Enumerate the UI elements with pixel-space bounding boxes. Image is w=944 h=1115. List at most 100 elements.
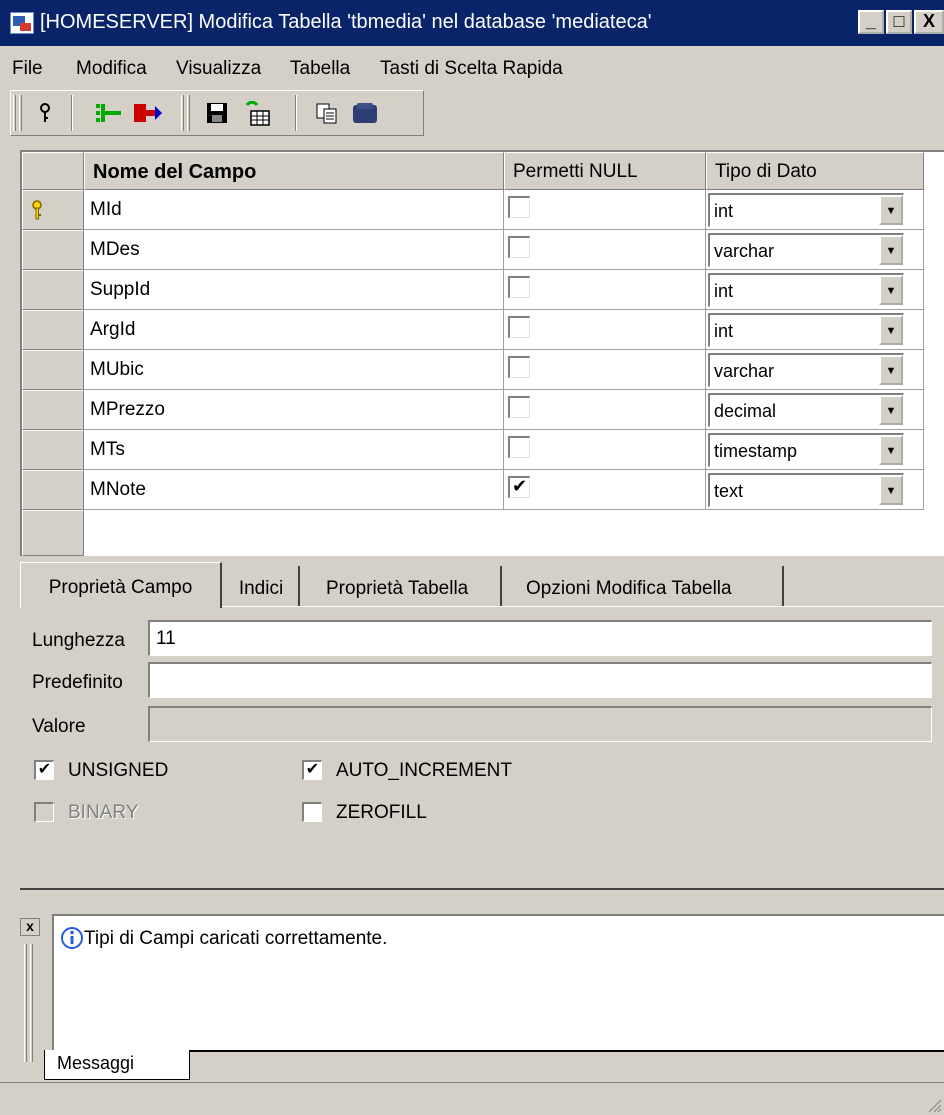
app-icon[interactable] bbox=[10, 12, 34, 34]
allow-null-cell bbox=[504, 190, 706, 230]
data-type-cell: varchar ▼ bbox=[706, 350, 924, 390]
tab-proprieta-tabella[interactable]: Proprietà Tabella bbox=[302, 566, 502, 606]
title-bar[interactable]: [HOMESERVER] Modifica Tabella 'tbmedia' … bbox=[0, 0, 944, 46]
chevron-down-icon[interactable]: ▼ bbox=[879, 315, 903, 345]
key-icon[interactable] bbox=[33, 101, 57, 125]
menu-visualizza[interactable]: Visualizza bbox=[176, 58, 261, 80]
close-button[interactable]: X bbox=[914, 10, 944, 34]
auto-increment-checkbox[interactable]: ✔ bbox=[302, 760, 322, 780]
data-type-cell: int ▼ bbox=[706, 310, 924, 350]
messages-grip[interactable] bbox=[24, 944, 27, 1062]
row-header[interactable] bbox=[22, 310, 84, 350]
messages-close-button[interactable]: x bbox=[20, 918, 40, 936]
field-name-cell[interactable]: SuppId bbox=[84, 270, 504, 310]
menu-tasti-scelta-rapida[interactable]: Tasti di Scelta Rapida bbox=[380, 58, 563, 80]
delete-field-icon[interactable] bbox=[133, 101, 162, 125]
fields-grid: Nome del Campo Permetti NULL Tipo di Dat… bbox=[20, 150, 944, 556]
field-name-cell[interactable]: MId bbox=[84, 190, 504, 230]
toolbar-grip[interactable] bbox=[187, 95, 190, 131]
save-icon[interactable] bbox=[205, 101, 229, 125]
minimize-button[interactable]: _ bbox=[858, 10, 884, 34]
allow-null-checkbox[interactable] bbox=[508, 236, 530, 258]
allow-null-cell bbox=[504, 350, 706, 390]
allow-null-cell bbox=[504, 230, 706, 270]
copy-icon[interactable] bbox=[315, 101, 339, 125]
field-name-cell[interactable]: MUbic bbox=[84, 350, 504, 390]
value-input bbox=[148, 706, 932, 742]
data-type-value: varchar bbox=[714, 241, 775, 261]
chevron-down-icon[interactable]: ▼ bbox=[879, 275, 903, 305]
data-type-select[interactable]: varchar ▼ bbox=[708, 233, 904, 267]
row-header[interactable] bbox=[22, 470, 84, 510]
chevron-down-icon[interactable]: ▼ bbox=[879, 355, 903, 385]
data-type-cell: decimal ▼ bbox=[706, 390, 924, 430]
chevron-down-icon[interactable]: ▼ bbox=[879, 235, 903, 265]
length-input[interactable]: 11 bbox=[148, 620, 932, 656]
row-header[interactable] bbox=[22, 270, 84, 310]
menu-tabella[interactable]: Tabella bbox=[290, 58, 350, 80]
messages-grip[interactable] bbox=[30, 944, 33, 1062]
row-header[interactable] bbox=[22, 230, 84, 270]
data-type-select[interactable]: varchar ▼ bbox=[708, 353, 904, 387]
toolbar-grip[interactable] bbox=[19, 95, 22, 131]
toolbar-grip[interactable] bbox=[13, 95, 16, 131]
data-type-select[interactable]: decimal ▼ bbox=[708, 393, 904, 427]
allow-null-checkbox[interactable] bbox=[508, 436, 530, 458]
data-type-cell: varchar ▼ bbox=[706, 230, 924, 270]
column-header-field-name[interactable]: Nome del Campo bbox=[84, 152, 504, 190]
data-type-select[interactable]: int ▼ bbox=[708, 313, 904, 347]
tab-proprieta-campo[interactable]: Proprietà Campo bbox=[20, 562, 222, 608]
toolbar-grip[interactable] bbox=[181, 95, 184, 131]
length-label: Lunghezza bbox=[32, 630, 125, 651]
data-type-select[interactable]: text ▼ bbox=[708, 473, 904, 507]
default-input[interactable] bbox=[148, 662, 932, 698]
row-header[interactable] bbox=[22, 390, 84, 430]
menu-file[interactable]: File bbox=[12, 58, 43, 80]
row-header[interactable] bbox=[22, 190, 84, 230]
toolbar-separator bbox=[295, 95, 297, 131]
insert-field-icon[interactable] bbox=[95, 101, 121, 125]
unsigned-checkbox[interactable]: ✔ bbox=[34, 760, 54, 780]
chevron-down-icon[interactable]: ▼ bbox=[879, 195, 903, 225]
tab-opzioni-modifica-tabella[interactable]: Opzioni Modifica Tabella bbox=[504, 566, 784, 606]
allow-null-checkbox[interactable] bbox=[508, 356, 530, 378]
maximize-button[interactable]: □ bbox=[886, 10, 912, 34]
database-icon[interactable] bbox=[351, 101, 377, 125]
data-type-select[interactable]: int ▼ bbox=[708, 273, 904, 307]
data-type-select[interactable]: timestamp ▼ bbox=[708, 433, 904, 467]
zerofill-label[interactable]: ZEROFILL bbox=[336, 802, 427, 824]
allow-null-cell: ✔ bbox=[504, 470, 706, 510]
menu-modifica[interactable]: Modifica bbox=[76, 58, 147, 80]
chevron-down-icon[interactable]: ▼ bbox=[879, 475, 903, 505]
refresh-table-icon[interactable] bbox=[243, 100, 270, 126]
row-header[interactable] bbox=[22, 430, 84, 470]
data-type-value: int bbox=[714, 281, 734, 301]
data-type-value: text bbox=[714, 481, 744, 501]
data-type-select[interactable]: int ▼ bbox=[708, 193, 904, 227]
chevron-down-icon[interactable]: ▼ bbox=[879, 395, 903, 425]
field-name-cell[interactable]: MPrezzo bbox=[84, 390, 504, 430]
allow-null-cell bbox=[504, 310, 706, 350]
chevron-down-icon[interactable]: ▼ bbox=[879, 435, 903, 465]
allow-null-checkbox[interactable] bbox=[508, 276, 530, 298]
allow-null-checkbox[interactable] bbox=[508, 316, 530, 338]
field-name-cell[interactable]: MDes bbox=[84, 230, 504, 270]
data-type-value: decimal bbox=[714, 401, 777, 421]
column-header-allow-null[interactable]: Permetti NULL bbox=[504, 152, 706, 190]
zerofill-checkbox[interactable] bbox=[302, 802, 322, 822]
allow-null-checkbox[interactable]: ✔ bbox=[508, 476, 530, 498]
row-header[interactable] bbox=[22, 350, 84, 390]
field-name-cell[interactable]: MNote bbox=[84, 470, 504, 510]
row-header-empty bbox=[22, 510, 84, 556]
allow-null-checkbox[interactable] bbox=[508, 196, 530, 218]
status-bar bbox=[0, 1082, 944, 1115]
column-header-data-type[interactable]: Tipo di Dato bbox=[706, 152, 924, 190]
tab-indici[interactable]: Indici bbox=[224, 566, 300, 606]
resize-grip-icon[interactable] bbox=[926, 1097, 942, 1113]
tab-messaggi[interactable]: Messaggi bbox=[44, 1050, 190, 1080]
unsigned-label[interactable]: UNSIGNED bbox=[68, 760, 168, 782]
field-name-cell[interactable]: ArgId bbox=[84, 310, 504, 350]
auto-increment-label[interactable]: AUTO_INCREMENT bbox=[336, 760, 512, 782]
allow-null-checkbox[interactable] bbox=[508, 396, 530, 418]
field-name-cell[interactable]: MTs bbox=[84, 430, 504, 470]
